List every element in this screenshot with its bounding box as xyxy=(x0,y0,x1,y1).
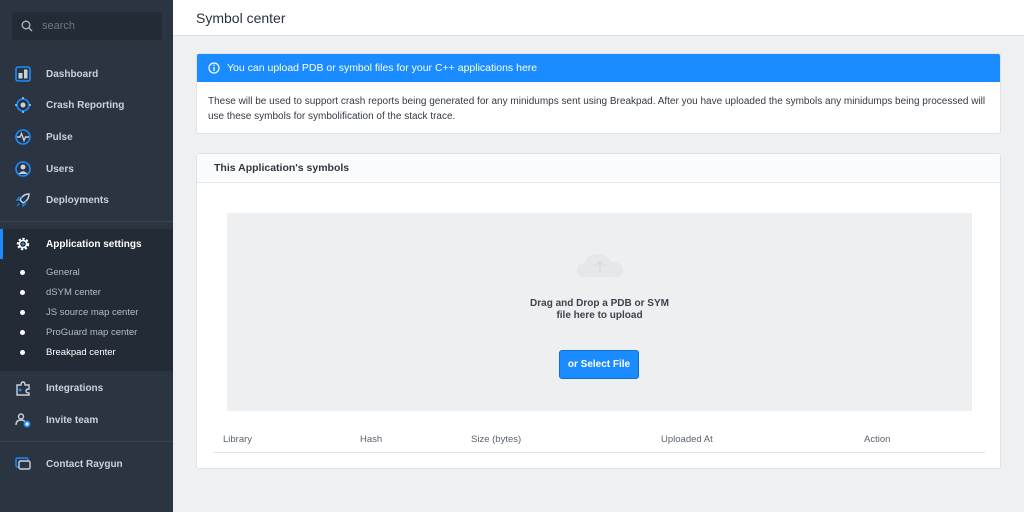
search-input[interactable]: search xyxy=(12,12,162,40)
sidebar-item-label: Integrations xyxy=(46,382,104,394)
info-panel: You can upload PDB or symbol files for y… xyxy=(196,53,1001,134)
column-header-action[interactable]: Action xyxy=(864,434,890,445)
dashboard-icon xyxy=(13,64,33,84)
column-header-library[interactable]: Library xyxy=(223,434,252,445)
subnav-item-breakpad-center[interactable]: Breakpad center xyxy=(0,342,173,362)
sidebar-item-deployments[interactable]: Deployments xyxy=(0,185,173,215)
subnav-label: JS source map center xyxy=(46,306,139,318)
invite-team-icon xyxy=(13,410,33,430)
sidebar-item-label: Crash Reporting xyxy=(46,99,125,111)
sidebar-item-label: Contact Raygun xyxy=(46,458,123,470)
info-description: These will be used to support crash repo… xyxy=(208,96,986,122)
upload-icon xyxy=(577,254,623,277)
sidebar-item-label: Users xyxy=(46,163,74,175)
subnav-label: dSYM center xyxy=(46,286,101,298)
symbols-panel: This Application's symbols Drag and Drop… xyxy=(196,153,1001,469)
chat-icon xyxy=(13,454,33,474)
dropzone-instructions: Drag and Drop a PDB or SYM file here to … xyxy=(227,298,972,322)
column-header-hash[interactable]: Hash xyxy=(360,434,382,445)
sidebar-item-users[interactable]: Users xyxy=(0,154,173,184)
search-placeholder: search xyxy=(42,20,76,32)
info-icon xyxy=(208,62,220,74)
divider xyxy=(0,441,173,442)
subnav-label: Breakpad center xyxy=(46,346,116,358)
pulse-icon xyxy=(13,127,33,147)
sidebar-item-label: Deployments xyxy=(46,194,109,206)
puzzle-icon xyxy=(13,378,33,398)
bullet-icon xyxy=(20,269,25,275)
sidebar-item-invite-team[interactable]: Invite team xyxy=(0,405,173,435)
bullet-icon xyxy=(20,289,25,295)
divider xyxy=(0,221,173,222)
select-file-button[interactable]: or Select File xyxy=(559,350,639,379)
subnav-item-general[interactable]: General xyxy=(0,262,173,282)
info-banner-text: You can upload PDB or symbol files for y… xyxy=(227,62,538,74)
sidebar-item-label: Dashboard xyxy=(46,68,99,80)
dropzone-line-1: Drag and Drop a PDB or SYM xyxy=(530,298,669,309)
search-icon xyxy=(20,19,34,33)
info-banner: You can upload PDB or symbol files for y… xyxy=(197,54,1000,82)
gear-icon xyxy=(13,234,33,254)
file-dropzone[interactable]: Drag and Drop a PDB or SYM file here to … xyxy=(227,213,972,411)
sidebar-item-label: Pulse xyxy=(46,131,73,143)
subnav-label: General xyxy=(46,266,80,278)
symbols-panel-title: This Application's symbols xyxy=(197,154,1000,183)
page-header: Symbol center xyxy=(173,0,1024,36)
page-title: Symbol center xyxy=(196,10,286,26)
sidebar-item-pulse[interactable]: Pulse xyxy=(0,122,173,152)
sidebar-item-label: Application settings xyxy=(46,238,142,250)
subnav-item-proguard-map-center[interactable]: ProGuard map center xyxy=(0,322,173,342)
subnav-item-js-source-map-center[interactable]: JS source map center xyxy=(0,302,173,322)
sidebar-item-integrations[interactable]: Integrations xyxy=(0,373,173,403)
crash-reporting-icon xyxy=(13,95,33,115)
sidebar-item-dashboard[interactable]: Dashboard xyxy=(0,59,173,89)
subnav-item-dsym-center[interactable]: dSYM center xyxy=(0,282,173,302)
sidebar-item-application-settings[interactable]: Application settings xyxy=(0,229,173,259)
column-header-uploaded-at[interactable]: Uploaded At xyxy=(661,434,713,445)
users-icon xyxy=(13,159,33,179)
rocket-icon xyxy=(13,190,33,210)
symbols-table-header: Library Hash Size (bytes) Uploaded At Ac… xyxy=(214,426,985,453)
sidebar-item-crash-reporting[interactable]: Crash Reporting xyxy=(0,90,173,120)
sidebar-item-contact-raygun[interactable]: Contact Raygun xyxy=(0,449,173,479)
dropzone-line-2: file here to upload xyxy=(556,310,643,321)
subnav-label: ProGuard map center xyxy=(46,326,138,338)
bullet-icon xyxy=(20,329,25,335)
sidebar-item-label: Invite team xyxy=(46,414,99,426)
column-header-size[interactable]: Size (bytes) xyxy=(471,434,521,445)
sidebar: search Dashboard Crash Reporting Pulse U… xyxy=(0,0,173,512)
bullet-icon xyxy=(20,309,25,315)
application-settings-subnav: General dSYM center JS source map center… xyxy=(0,259,173,371)
bullet-icon xyxy=(20,349,25,355)
